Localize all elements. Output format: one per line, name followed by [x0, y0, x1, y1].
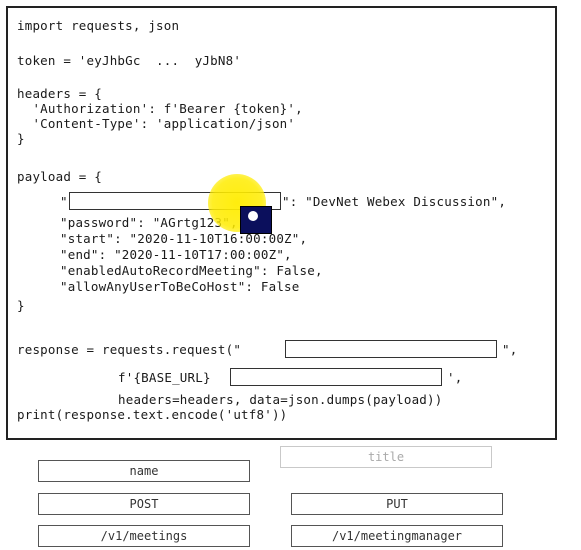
cursor-icon	[240, 206, 272, 234]
code-line-method-close: ",	[502, 342, 518, 357]
code-line-payload-open: payload = {	[17, 169, 102, 184]
blank-drop-zone-method[interactable]	[285, 340, 497, 358]
code-line-content-type: 'Content-Type': 'application/json'	[17, 116, 296, 131]
code-line-headers-data: headers=headers, data=json.dumps(payload…	[118, 392, 443, 407]
code-line-auto-record: "enabledAutoRecordMeeting": False,	[60, 263, 323, 278]
code-line-print: print(response.text.encode('utf8'))	[17, 407, 288, 422]
code-line-token: token = 'eyJhbGc ... yJbN8'	[17, 53, 242, 68]
option-name[interactable]: name	[38, 460, 250, 482]
code-line-headers-open: headers = {	[17, 86, 102, 101]
option-v1-meetingmanager[interactable]: /v1/meetingmanager	[291, 525, 503, 547]
code-line-authorization: 'Authorization': f'Bearer {token}',	[17, 101, 303, 116]
code-line-import: import requests, json	[17, 18, 180, 33]
code-line-payload-key-quote: "	[60, 194, 68, 209]
option-title[interactable]: title	[280, 446, 492, 468]
code-line-end: "end": "2020-11-10T17:00:00Z",	[60, 247, 292, 262]
code-panel: import requests, json token = 'eyJhbGc .…	[6, 6, 557, 440]
code-line-base-url: f'{BASE_URL}	[118, 370, 211, 385]
code-line-cohost: "allowAnyUserToBeCoHost": False	[60, 279, 300, 294]
option-post[interactable]: POST	[38, 493, 250, 515]
code-line-headers-close: }	[17, 131, 25, 146]
code-line-url-close: ',	[447, 370, 463, 385]
option-put[interactable]: PUT	[291, 493, 503, 515]
option-v1-meetings[interactable]: /v1/meetings	[38, 525, 250, 547]
blank-drop-zone-endpoint[interactable]	[230, 368, 442, 386]
code-line-payload-topic: ": "DevNet Webex Discussion",	[282, 194, 507, 209]
code-line-payload-close: }	[17, 298, 25, 313]
code-line-request-open: response = requests.request("	[17, 342, 242, 357]
